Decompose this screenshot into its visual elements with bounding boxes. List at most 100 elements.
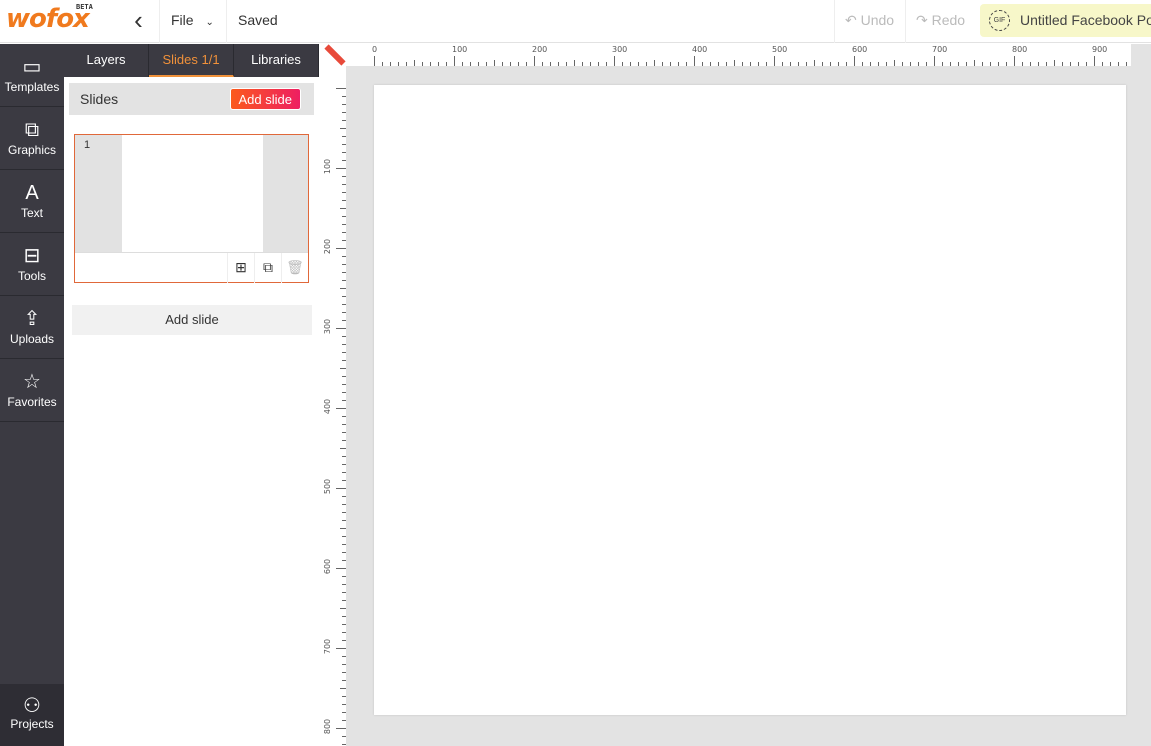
- ruler-tick: [990, 62, 991, 66]
- ruler-tick: [478, 62, 479, 66]
- ruler-tick: [1086, 62, 1087, 66]
- ruler-label: 600: [323, 558, 333, 575]
- ruler-tick: [342, 384, 346, 385]
- panel-tabs: Layers Slides 1/1 Libraries: [64, 44, 319, 77]
- text-icon: A: [25, 182, 39, 204]
- back-button[interactable]: ‹: [118, 0, 160, 43]
- ruler-tick: [966, 62, 967, 66]
- ruler-tick: [550, 62, 551, 66]
- ruler-tick: [342, 664, 346, 665]
- ruler-tick: [342, 736, 346, 737]
- sidebar-label: Projects: [10, 717, 54, 731]
- slide-actions: ⊞ ⧉ 🗑: [75, 252, 308, 283]
- ruler-tick: [340, 208, 346, 209]
- template-icon: ▭: [22, 56, 42, 78]
- design-canvas[interactable]: [374, 85, 1126, 715]
- ruler-tick: [342, 352, 346, 353]
- ruler-tick: [1006, 62, 1007, 66]
- sidebar-item-favorites[interactable]: ☆ Favorites: [0, 359, 64, 422]
- ruler-tick: [886, 62, 887, 66]
- ruler-tick: [374, 56, 375, 66]
- upload-icon: ⇪: [23, 308, 41, 330]
- sidebar-label: Templates: [4, 80, 60, 94]
- ruler-tick: [438, 62, 439, 66]
- left-sidebar: ▭ Templates ⧉ Graphics A Text ⊟ Tools ⇪ Uploa…: [0, 44, 64, 746]
- ruler-tick: [382, 62, 383, 66]
- ruler-tick: [342, 216, 346, 217]
- ruler-tick: [336, 488, 346, 489]
- ruler-tick: [518, 62, 519, 66]
- duplicate-icon[interactable]: ⧉: [254, 253, 281, 283]
- ruler-tick: [342, 360, 346, 361]
- sidebar-item-graphics[interactable]: ⧉ Graphics: [0, 107, 64, 170]
- tab-layers[interactable]: Layers: [64, 44, 149, 77]
- ruler-label: 800: [323, 718, 333, 735]
- beta-badge: BETA: [76, 3, 93, 11]
- ruler-label: 200: [532, 45, 548, 54]
- ruler-tick: [342, 312, 346, 313]
- ruler-tick: [814, 60, 815, 66]
- ruler-tick: [934, 56, 935, 66]
- tab-slides[interactable]: Slides 1/1: [149, 44, 234, 77]
- ruler-tick: [342, 376, 346, 377]
- sidebar-item-projects[interactable]: ⚇ Projects: [0, 684, 64, 746]
- add-slide-bottom-button[interactable]: Add slide: [72, 305, 312, 335]
- ruler-tick: [950, 62, 951, 66]
- ruler-tick: [342, 432, 346, 433]
- ruler-tick: [342, 552, 346, 553]
- ruler-tick: [336, 168, 346, 169]
- slide-thumbnail[interactable]: 1: [75, 135, 308, 252]
- vertical-ruler[interactable]: 100 200 300 400 500 600 700 800: [320, 66, 346, 746]
- ruler-tick: [342, 656, 346, 657]
- sidebar-item-tools[interactable]: ⊟ Tools: [0, 233, 64, 296]
- projects-icon: ⚇: [23, 695, 41, 717]
- ruler-tick: [654, 60, 655, 66]
- ruler-tick: [454, 56, 455, 66]
- ruler-label: 500: [772, 45, 788, 54]
- ruler-tick: [342, 224, 346, 225]
- sidebar-item-templates[interactable]: ▭ Templates: [0, 44, 64, 107]
- add-slide-button[interactable]: Add slide: [229, 88, 301, 110]
- ruler-tick: [342, 256, 346, 257]
- trash-icon[interactable]: 🗑: [281, 253, 308, 283]
- ruler-tick: [470, 62, 471, 66]
- ruler-tick: [340, 528, 346, 529]
- ruler-tick: [340, 608, 346, 609]
- ruler-label: 200: [323, 238, 333, 255]
- ruler-tick: [462, 62, 463, 66]
- graphics-icon: ⧉: [24, 119, 40, 141]
- tab-libraries[interactable]: Libraries: [234, 44, 319, 77]
- ruler-tick: [830, 62, 831, 66]
- ruler-tick: [342, 392, 346, 393]
- add-icon[interactable]: ⊞: [227, 253, 254, 283]
- horizontal-ruler[interactable]: 0 100 200 300 400 500 600 700 800 900: [346, 44, 1131, 66]
- ruler-tick: [582, 62, 583, 66]
- ruler-tick: [342, 624, 346, 625]
- sidebar-item-uploads[interactable]: ⇪ Uploads: [0, 296, 64, 359]
- ruler-tick: [342, 504, 346, 505]
- sidebar-item-text[interactable]: A Text: [0, 170, 64, 233]
- ruler-tick: [342, 240, 346, 241]
- ruler-tick: [910, 62, 911, 66]
- ruler-tick: [774, 56, 775, 66]
- ruler-tick: [726, 62, 727, 66]
- ruler-tick: [590, 62, 591, 66]
- ruler-tick: [902, 62, 903, 66]
- slide-card[interactable]: 1 ⊞ ⧉ 🗑: [74, 134, 309, 283]
- redo-button[interactable]: ↷ Redo: [905, 0, 975, 43]
- ruler-tick: [758, 62, 759, 66]
- document-title[interactable]: GIF Untitled Facebook Post: [980, 4, 1151, 37]
- canvas-area: 0 100 200 300 400 500 600 700 800 900 100 200 300 40…: [320, 44, 1151, 746]
- ruler-tick: [558, 62, 559, 66]
- ruler-tick: [406, 62, 407, 66]
- ruler-tick: [862, 62, 863, 66]
- undo-button[interactable]: ↶ Undo: [834, 0, 905, 43]
- file-menu[interactable]: File ⌄: [160, 0, 227, 43]
- ruler-tick: [340, 128, 346, 129]
- ruler-tick: [1022, 62, 1023, 66]
- ruler-label: 400: [323, 398, 333, 415]
- ruler-corner[interactable]: [320, 44, 346, 66]
- ruler-tick: [342, 592, 346, 593]
- ruler-tick: [974, 60, 975, 66]
- ruler-tick: [342, 632, 346, 633]
